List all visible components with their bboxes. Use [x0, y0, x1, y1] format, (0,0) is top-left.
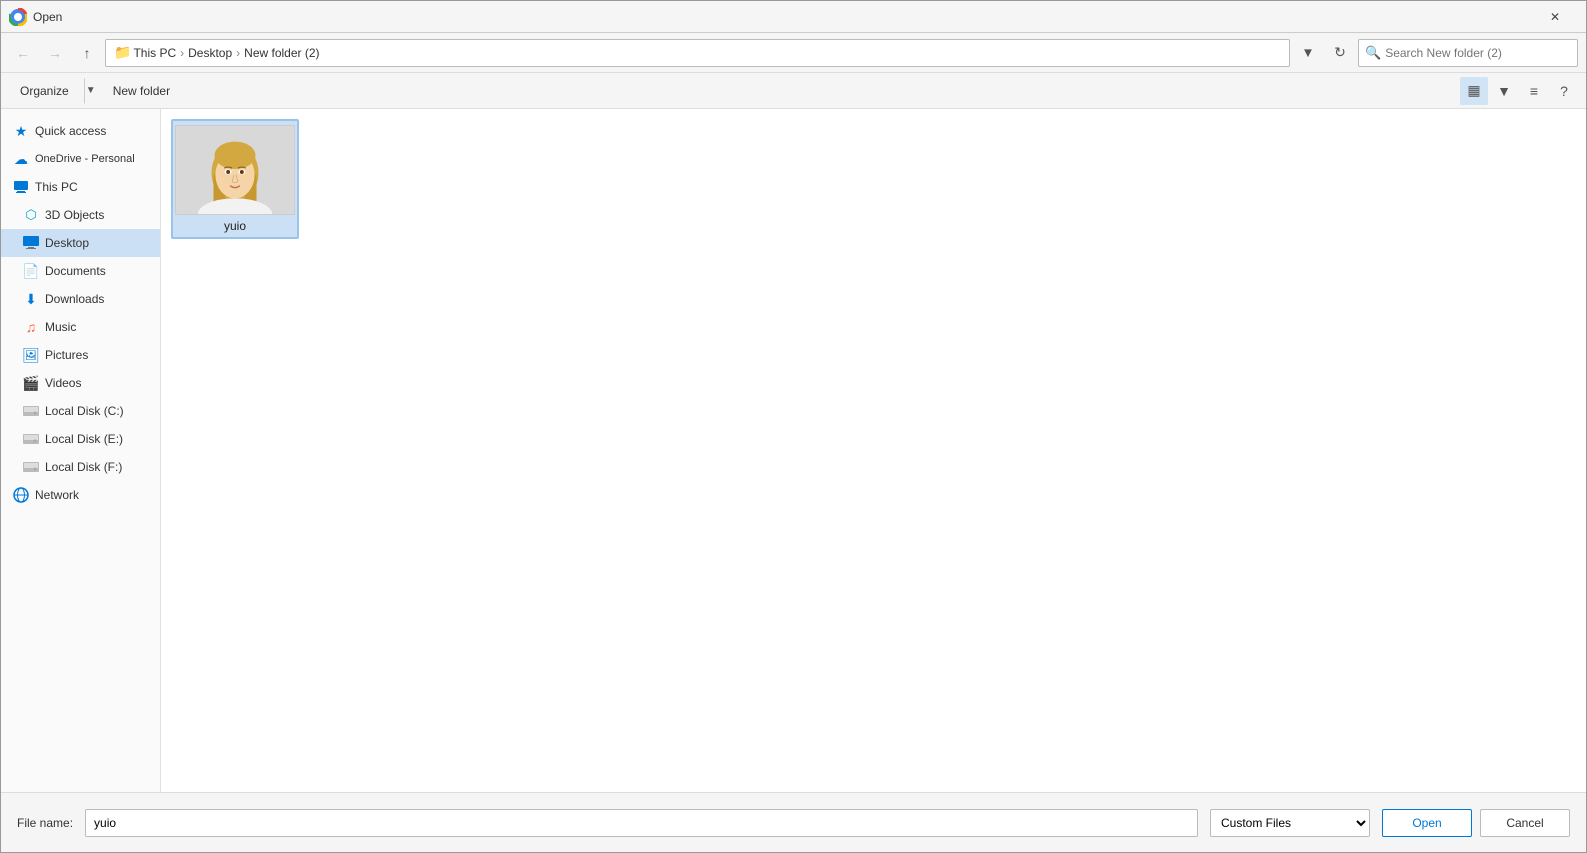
dialog-title: Open: [33, 10, 1532, 24]
toolbar: Organize ▼ New folder ▦ ▼ ≡ ?: [1, 73, 1586, 109]
quick-access-icon: ★: [13, 123, 29, 139]
music-icon: ♫: [23, 319, 39, 335]
title-bar-controls: ✕: [1532, 1, 1578, 33]
local-disk-e-icon: [23, 431, 39, 447]
forward-button[interactable]: →: [41, 39, 69, 67]
sidebar-item-network[interactable]: Network: [1, 481, 160, 509]
back-button[interactable]: ←: [9, 39, 37, 67]
sidebar-item-desktop[interactable]: Desktop: [1, 229, 160, 257]
sidebar-item-downloads[interactable]: ⬇ Downloads: [1, 285, 160, 313]
sidebar-item-pictures[interactable]: 🖼 Pictures: [1, 341, 160, 369]
videos-icon: 🎬: [23, 375, 39, 391]
action-buttons: Open Cancel: [1382, 809, 1570, 837]
sidebar-item-local-disk-c[interactable]: Local Disk (C:): [1, 397, 160, 425]
file-thumbnail-yuio: [175, 125, 295, 215]
pictures-icon: 🖼: [23, 347, 39, 363]
sidebar-item-music[interactable]: ♫ Music: [1, 313, 160, 341]
sidebar-item-this-pc[interactable]: This PC: [1, 173, 160, 201]
bottom-bar: File name: Custom Files Open Cancel: [1, 792, 1586, 852]
open-button[interactable]: Open: [1382, 809, 1472, 837]
network-icon: [13, 487, 29, 503]
help-button[interactable]: ?: [1550, 77, 1578, 105]
view-controls: ▦ ▼ ≡ ?: [1460, 77, 1578, 105]
view-details-button[interactable]: ≡: [1520, 77, 1548, 105]
search-input[interactable]: [1385, 46, 1571, 60]
sidebar-item-documents[interactable]: 📄 Documents: [1, 257, 160, 285]
desktop-icon: [23, 235, 39, 251]
close-button[interactable]: ✕: [1532, 1, 1578, 33]
sidebar-item-videos[interactable]: 🎬 Videos: [1, 369, 160, 397]
this-pc-icon: [13, 179, 29, 195]
sidebar: ★ Quick access ☁ OneDrive - Personal Thi…: [1, 109, 161, 792]
breadcrumb-desktop[interactable]: Desktop: [188, 46, 232, 60]
app-icon: [9, 8, 27, 26]
refresh-button[interactable]: ↻: [1326, 39, 1354, 67]
file-item-yuio[interactable]: yuio: [171, 119, 299, 239]
search-box: 🔍: [1358, 39, 1578, 67]
sidebar-item-quick-access[interactable]: ★ Quick access: [1, 117, 160, 145]
onedrive-icon: ☁: [13, 151, 29, 167]
view-large-icons-button[interactable]: ▦: [1460, 77, 1488, 105]
sidebar-item-local-disk-f[interactable]: Local Disk (F:): [1, 453, 160, 481]
address-bar: ← → ↑ 📁 This PC › Desktop › New folder (…: [1, 33, 1586, 73]
filetype-select[interactable]: Custom Files: [1210, 809, 1370, 837]
open-dialog: Open ✕ ← → ↑ 📁 This PC › Desktop › New f…: [0, 0, 1587, 853]
file-grid: yuio: [161, 109, 1586, 792]
title-bar: Open ✕: [1, 1, 1586, 33]
local-disk-c-icon: [23, 403, 39, 419]
organize-dropdown[interactable]: ▼: [84, 78, 98, 104]
downloads-icon: ⬇: [23, 291, 39, 307]
breadcrumb-folder-icon: 📁: [114, 44, 131, 61]
breadcrumb-this-pc[interactable]: This PC: [133, 46, 176, 60]
breadcrumb-dropdown-button[interactable]: ▼: [1294, 39, 1322, 67]
main-area: ★ Quick access ☁ OneDrive - Personal Thi…: [1, 109, 1586, 792]
sidebar-item-onedrive[interactable]: ☁ OneDrive - Personal: [1, 145, 160, 173]
breadcrumb[interactable]: 📁 This PC › Desktop › New folder (2): [105, 39, 1290, 67]
filename-input[interactable]: [85, 809, 1198, 837]
3d-objects-icon: ⬡: [23, 207, 39, 223]
new-folder-button[interactable]: New folder: [102, 78, 181, 104]
cancel-button[interactable]: Cancel: [1480, 809, 1570, 837]
up-button[interactable]: ↑: [73, 39, 101, 67]
sidebar-item-3d-objects[interactable]: ⬡ 3D Objects: [1, 201, 160, 229]
documents-icon: 📄: [23, 263, 39, 279]
view-dropdown-button[interactable]: ▼: [1490, 77, 1518, 105]
sidebar-item-local-disk-e[interactable]: Local Disk (E:): [1, 425, 160, 453]
search-icon: 🔍: [1365, 45, 1381, 61]
organize-button[interactable]: Organize: [9, 78, 80, 104]
breadcrumb-new-folder[interactable]: New folder (2): [244, 46, 319, 60]
file-name-yuio: yuio: [177, 219, 293, 233]
filename-label: File name:: [17, 816, 73, 830]
local-disk-f-icon: [23, 459, 39, 475]
